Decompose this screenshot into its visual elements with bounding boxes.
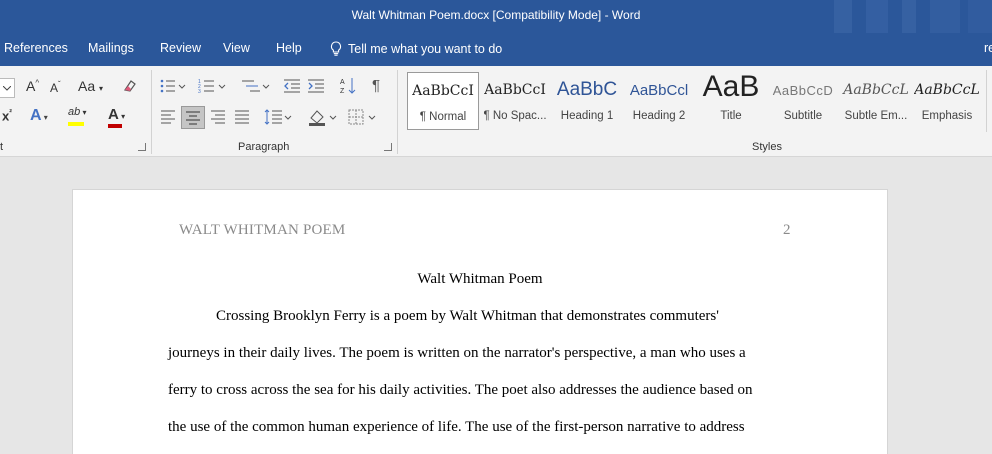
document-title: Walt Whitman Poem	[417, 271, 543, 287]
justify-icon[interactable]	[234, 110, 250, 124]
svg-text:Z: Z	[340, 88, 345, 95]
group-separator	[986, 70, 987, 132]
text-effects-icon[interactable]: A ▾	[30, 107, 48, 125]
paragraph-line: the use of the common human experience o…	[168, 419, 745, 435]
decrease-indent-icon[interactable]	[283, 78, 301, 94]
style-label: Heading 1	[560, 110, 614, 122]
style-preview: AaB	[702, 72, 760, 103]
align-left-icon[interactable]	[160, 110, 176, 124]
running-header: WALT WHITMAN POEM	[179, 222, 346, 238]
align-right-icon[interactable]	[210, 110, 226, 124]
font-color-icon[interactable]: A ▾	[108, 106, 125, 128]
style-label: ¶ Normal	[419, 111, 467, 123]
superscript-icon[interactable]: x²	[2, 108, 12, 123]
style-label: Heading 2	[632, 110, 686, 122]
tab-review[interactable]: Review	[160, 41, 201, 55]
style-label: Title	[720, 110, 742, 122]
change-case-button[interactable]: Aa ▾	[78, 78, 103, 94]
align-center-icon	[186, 111, 200, 125]
group-separator	[151, 70, 152, 154]
style-heading-1[interactable]: AaBbC Heading 1	[553, 72, 621, 128]
group-separator	[397, 70, 398, 154]
style-label: Subtle Em...	[844, 110, 908, 122]
grow-font-icon[interactable]: A^	[26, 78, 39, 94]
font-size-dropdown[interactable]	[0, 78, 15, 98]
style-preview: AaBbCcl	[629, 82, 689, 99]
style-label: ¶ No Spac...	[483, 110, 547, 122]
style-subtle-emphasis[interactable]: AaBbCcL Subtle Em...	[840, 72, 912, 128]
style-preview: AaBbCcL	[914, 82, 980, 98]
paragraph-line: journeys in their daily lives. The poem …	[168, 345, 746, 361]
numbering-icon[interactable]: 123	[198, 78, 228, 94]
shading-icon[interactable]	[308, 108, 338, 126]
document-page[interactable]: WALT WHITMAN POEM 2 Walt Whitman Poem Cr…	[73, 190, 887, 454]
style-normal[interactable]: AaBbCcI ¶ Normal	[407, 72, 479, 130]
paragraph-line: ferry to cross across the sea for his da…	[168, 382, 753, 398]
borders-icon[interactable]	[348, 108, 378, 126]
page-number: 2	[783, 222, 791, 238]
styles-group-label: Styles	[752, 141, 782, 153]
font-group-label: t	[0, 141, 4, 153]
lightbulb-icon	[330, 41, 342, 56]
svg-text:3: 3	[198, 89, 201, 94]
ribbon: A^ Aˇ Aa ▾ x² A ▾ ab ▾ A ▾ t 123 AZ ¶ Pa…	[0, 66, 992, 157]
bullets-icon[interactable]	[160, 78, 186, 94]
tab-help[interactable]: Help	[276, 41, 302, 55]
style-preview: AaBbCcD	[772, 83, 834, 98]
sort-icon[interactable]: AZ	[340, 77, 356, 95]
style-label: Subtitle	[783, 110, 823, 122]
title-bar: Walt Whitman Poem.docx [Compatibility Mo…	[0, 0, 992, 33]
chevron-down-icon	[3, 86, 11, 91]
shrink-font-icon[interactable]: Aˇ	[50, 80, 61, 95]
tab-references[interactable]: References	[4, 41, 68, 55]
clear-formatting-icon[interactable]	[122, 78, 138, 94]
style-heading-2[interactable]: AaBbCcl Heading 2	[624, 72, 694, 128]
style-title[interactable]: AaB Title	[697, 72, 765, 128]
style-preview: AaBbCcL	[843, 82, 909, 98]
style-no-spacing[interactable]: AaBbCcI ¶ No Spac...	[480, 72, 550, 128]
paragraph-dialog-launcher-icon[interactable]	[384, 143, 392, 151]
style-preview: AaBbC	[556, 79, 618, 100]
tell-me-search[interactable]: Tell me what you want to do	[330, 41, 502, 56]
change-case-label: Aa	[78, 78, 96, 94]
paragraph-line: Crossing Brooklyn Ferry is a poem by Wal…	[216, 308, 719, 324]
font-dialog-launcher-icon[interactable]	[138, 143, 146, 151]
increase-indent-icon[interactable]	[307, 78, 325, 94]
align-center-button[interactable]	[181, 106, 205, 129]
multilevel-list-icon[interactable]	[240, 78, 270, 94]
style-preview: AaBbCcI	[412, 83, 474, 99]
paragraph-group-label: Paragraph	[238, 141, 290, 153]
show-formatting-marks-icon[interactable]: ¶	[372, 77, 380, 94]
style-preview: AaBbCcI	[484, 82, 546, 98]
line-spacing-icon[interactable]	[264, 108, 292, 126]
style-subtitle[interactable]: AaBbCcD Subtitle	[768, 72, 838, 128]
svg-text:A: A	[340, 79, 345, 86]
tell-me-label: Tell me what you want to do	[348, 42, 503, 56]
tab-cut-off[interactable]: re	[984, 41, 992, 55]
style-label: Emphasis	[921, 110, 973, 122]
tab-view[interactable]: View	[223, 41, 250, 55]
tab-mailings[interactable]: Mailings	[88, 41, 134, 55]
style-emphasis[interactable]: AaBbCcL Emphasis	[914, 72, 980, 128]
window-title: Walt Whitman Poem.docx [Compatibility Mo…	[351, 8, 641, 22]
highlight-color-icon[interactable]: ab ▾	[68, 106, 87, 126]
ribbon-tabs: References Mailings Review View Help Tel…	[0, 33, 992, 66]
